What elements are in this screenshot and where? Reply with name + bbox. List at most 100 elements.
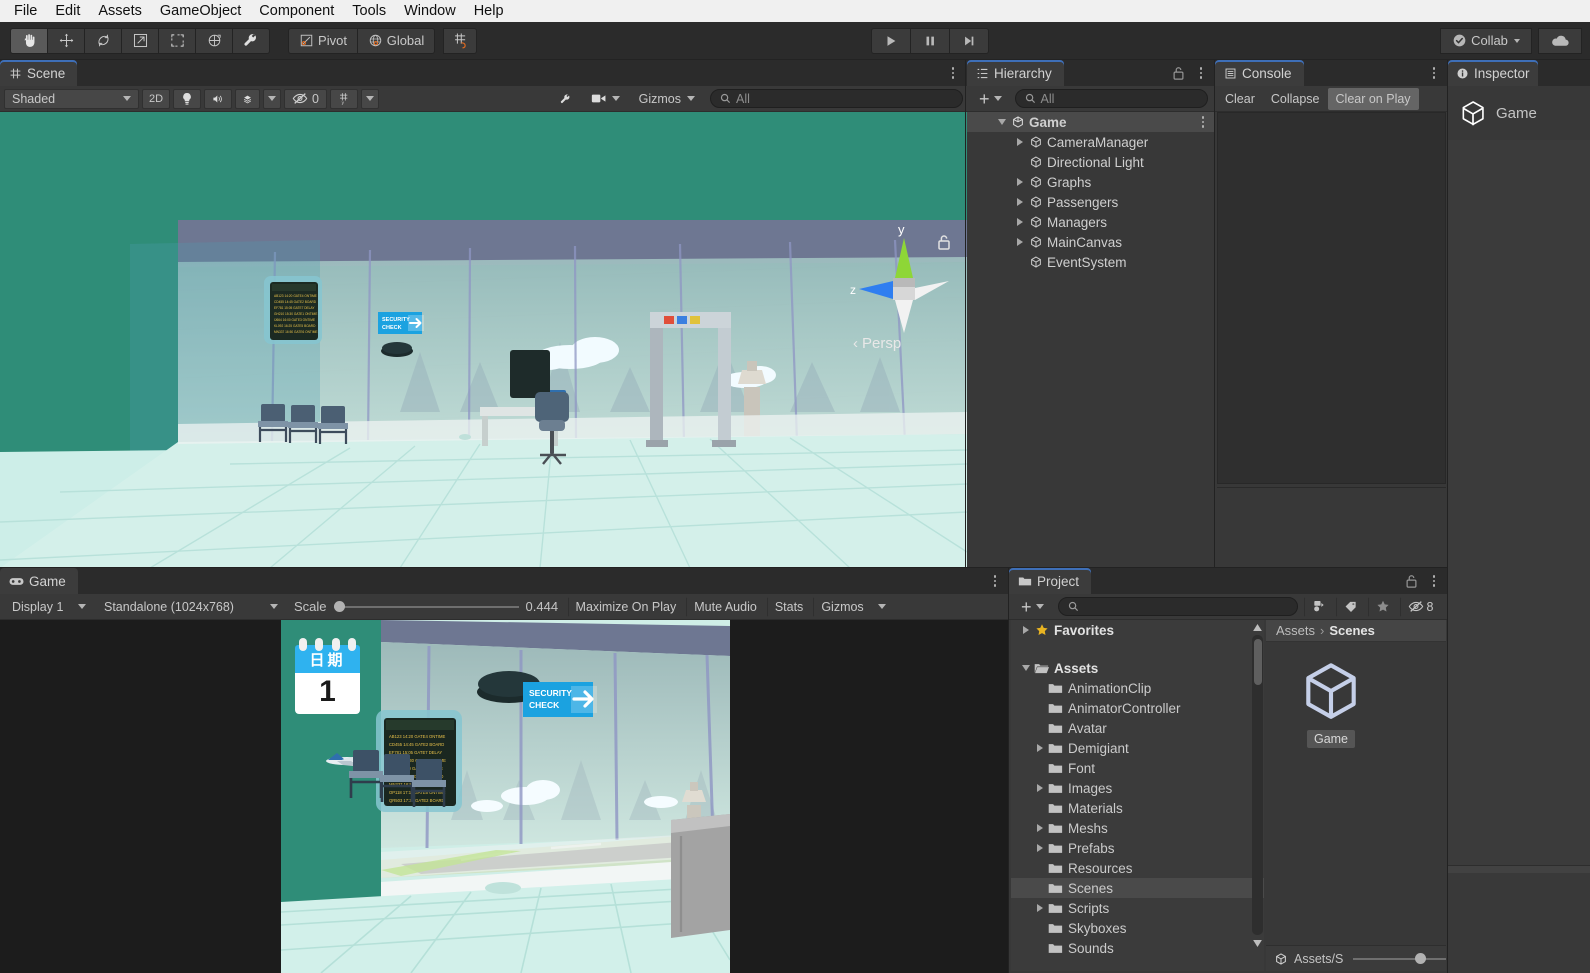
asset-item-game[interactable]: Game (1286, 656, 1376, 748)
project-tree-skyboxes[interactable]: Skyboxes (1011, 918, 1264, 938)
hierarchy-item-eventsystem[interactable]: EventSystem (967, 252, 1215, 272)
hierarchy-menu-button[interactable] (1193, 60, 1209, 86)
game-gizmos-button[interactable]: Gizmos (813, 596, 871, 617)
hierarchy-item-managers[interactable]: Managers (967, 212, 1215, 232)
scene-gizmos-button[interactable]: Gizmos (631, 89, 703, 109)
expand-arrow-icon[interactable] (1033, 784, 1047, 792)
menu-item-component[interactable]: Component (250, 0, 343, 22)
project-tree-scroll-down[interactable] (1252, 938, 1263, 949)
rect-tool[interactable] (158, 27, 196, 54)
project-label-filter-button[interactable] (1335, 596, 1366, 617)
scene-gizmo-lock-icon[interactable] (937, 234, 951, 250)
project-tree-scroll-thumb[interactable] (1253, 639, 1262, 685)
game-stats-toggle[interactable]: Stats (766, 596, 812, 617)
hand-tool[interactable] (10, 27, 48, 54)
scene-grid-dropdown[interactable] (360, 88, 379, 109)
project-menu-button[interactable] (1426, 568, 1442, 594)
menu-item-tools[interactable]: Tools (343, 0, 395, 22)
asset-zoom-knob[interactable] (1415, 953, 1427, 964)
scene-fx-toggle[interactable] (235, 88, 260, 109)
game-viewport[interactable]: AB123 14:20 GATE4 ONTIME CD455 14:45 GAT… (0, 620, 1009, 973)
menu-item-help[interactable]: Help (465, 0, 513, 22)
console-clear-on-play-toggle[interactable]: Clear on Play (1327, 87, 1419, 110)
project-tree-images[interactable]: Images (1011, 778, 1264, 798)
scene-grid-toggle[interactable]: y (329, 88, 358, 109)
console-message-list[interactable] (1217, 112, 1446, 484)
tab-project[interactable]: Project (1009, 568, 1092, 594)
expand-arrow-icon[interactable] (1033, 744, 1047, 752)
game-display-dropdown[interactable]: Display 1 (4, 597, 94, 617)
tab-console[interactable]: Console (1215, 60, 1304, 86)
hierarchy-lock-button[interactable] (1172, 60, 1185, 86)
asset-zoom-slider[interactable] (1353, 953, 1446, 964)
hierarchy-item-passengers[interactable]: Passengers (967, 192, 1215, 212)
tab-game[interactable]: Game (0, 568, 78, 594)
expand-arrow-icon[interactable] (1019, 665, 1033, 671)
project-tree-scenes[interactable]: Scenes (1011, 878, 1264, 898)
global-toggle[interactable]: Global (357, 27, 435, 54)
game-resolution-dropdown[interactable]: Standalone (1024x768) (96, 597, 286, 617)
hierarchy-item-cameramanager[interactable]: CameraManager (967, 132, 1215, 152)
cloud-button[interactable] (1538, 27, 1582, 54)
project-tree-materials[interactable]: Materials (1011, 798, 1264, 818)
project-tree-prefabs[interactable]: Prefabs (1011, 838, 1264, 858)
expand-arrow-icon[interactable] (1013, 138, 1027, 146)
project-tree-demigiant[interactable]: Demigiant (1011, 738, 1264, 758)
project-asset-browser[interactable]: Assets › Scenes Game Assets/S (1266, 620, 1446, 971)
breadcrumb-assets[interactable]: Assets (1276, 623, 1315, 638)
menu-item-file[interactable]: File (5, 0, 46, 22)
hierarchy-item-maincanvas[interactable]: MainCanvas (967, 232, 1215, 252)
console-clear-button[interactable]: Clear (1217, 88, 1263, 110)
pivot-toggle[interactable]: Pivot (288, 27, 358, 54)
grid-snap-toggle[interactable] (443, 27, 477, 54)
tab-inspector[interactable]: Inspector (1448, 60, 1538, 86)
project-tree-meshs[interactable]: Meshs (1011, 818, 1264, 838)
hierarchy-item-graphs[interactable]: Graphs (967, 172, 1215, 192)
panel-separator-hierarchy-console[interactable] (1214, 60, 1215, 568)
project-tree-favorites[interactable]: Favorites (1011, 620, 1264, 640)
project-tree-animationclip[interactable]: AnimationClip (1011, 678, 1264, 698)
project-hidden-packages-button[interactable]: 8 (1399, 596, 1442, 617)
expand-arrow-icon[interactable] (1033, 904, 1047, 912)
game-render-area[interactable]: AB123 14:20 GATE4 ONTIME CD455 14:45 GAT… (281, 620, 730, 973)
transform-tool[interactable] (195, 27, 233, 54)
hierarchy-item-directional-light[interactable]: Directional Light (967, 152, 1215, 172)
game-gizmos-dropdown[interactable] (874, 597, 890, 617)
menu-item-gameobject[interactable]: GameObject (151, 0, 250, 22)
hierarchy-item-game[interactable]: Game (967, 112, 1215, 132)
panel-separator-console-inspector[interactable] (1447, 60, 1448, 973)
console-collapse-toggle[interactable]: Collapse (1263, 88, 1328, 110)
expand-arrow-icon[interactable] (1033, 824, 1047, 832)
expand-arrow-icon[interactable] (1013, 218, 1027, 226)
project-lock-button[interactable] (1405, 568, 1418, 594)
project-tree-animatorcontroller[interactable]: AnimatorController (1011, 698, 1264, 718)
scene-projection-label[interactable]: ‹ Persp (853, 335, 901, 352)
play-button[interactable] (871, 27, 911, 54)
expand-arrow-icon[interactable] (1013, 178, 1027, 186)
game-menu-button[interactable] (987, 568, 1003, 594)
expand-arrow-icon[interactable] (995, 119, 1009, 125)
console-menu-button[interactable] (1426, 60, 1442, 86)
breadcrumb-scenes[interactable]: Scenes (1329, 623, 1375, 638)
project-tree-scrollbar[interactable] (1252, 635, 1263, 935)
hierarchy-create-button[interactable]: + (971, 89, 1010, 109)
project-favorites-filter-button[interactable] (1367, 596, 1398, 617)
hierarchy-tree[interactable]: Game CameraManager Directional Light Gra… (967, 112, 1215, 568)
project-tree-avatar[interactable]: Avatar (1011, 718, 1264, 738)
tab-scene[interactable]: Scene (0, 60, 78, 86)
project-tree-font[interactable]: Font (1011, 758, 1264, 778)
scene-search-input[interactable]: All (710, 89, 963, 108)
custom-editor-tool[interactable] (232, 27, 270, 54)
project-create-button[interactable]: + (1013, 597, 1052, 617)
expand-arrow-icon[interactable] (1033, 844, 1047, 852)
project-tree-scroll-up[interactable] (1252, 622, 1263, 633)
expand-arrow-icon[interactable] (1013, 238, 1027, 246)
expand-arrow-icon[interactable] (1019, 626, 1033, 634)
project-tree-resources[interactable]: Resources (1011, 858, 1264, 878)
two-d-toggle[interactable]: 2D (142, 88, 170, 109)
scene-camera-button[interactable] (583, 89, 628, 109)
game-mute-audio-toggle[interactable]: Mute Audio (686, 596, 765, 617)
project-search-input[interactable] (1057, 597, 1298, 616)
project-folder-tree[interactable]: Favorites Assets AnimationClip AnimatorC… (1011, 620, 1264, 971)
project-tree-sounds[interactable]: Sounds (1011, 938, 1264, 958)
